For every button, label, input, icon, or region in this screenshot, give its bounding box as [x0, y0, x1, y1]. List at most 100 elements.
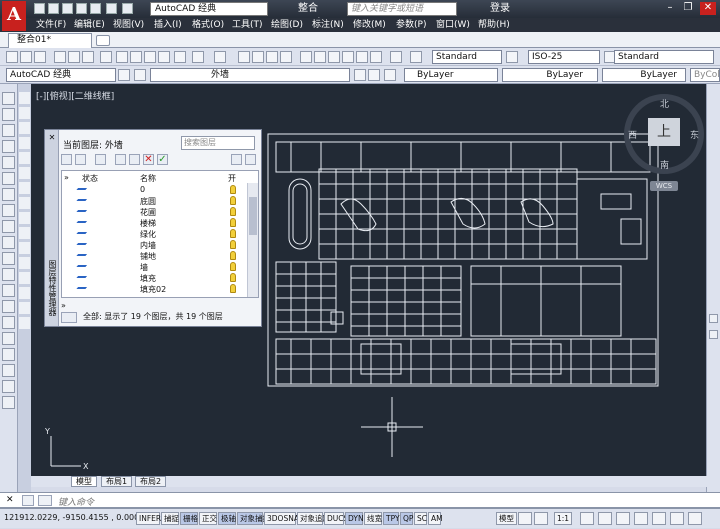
ellipse-arc-icon[interactable] — [2, 252, 15, 265]
menu-view[interactable]: 视图(V) — [113, 18, 144, 32]
layer-row[interactable]: 墙 — [62, 262, 246, 273]
new-icon[interactable] — [34, 3, 45, 14]
close-icon[interactable]: ✕ — [46, 132, 58, 144]
zoom-realtime-icon[interactable] — [252, 51, 264, 63]
column-name[interactable]: 名称 — [140, 173, 156, 184]
markup-icon[interactable] — [356, 51, 368, 63]
layer-dropdown[interactable]: 外墙 — [150, 68, 350, 82]
redo-icon[interactable] — [122, 3, 133, 14]
menu-modify[interactable]: 修改(M) — [353, 18, 386, 32]
status-toggle-5[interactable]: 对象捕捉 — [237, 512, 270, 525]
tab-layout2[interactable]: 布局2 — [135, 476, 167, 487]
preview-icon[interactable] — [68, 51, 80, 63]
status-toggle-3[interactable]: 正交 — [199, 512, 217, 525]
layer-row[interactable]: 绿化 — [62, 229, 246, 240]
circle-icon[interactable] — [2, 188, 15, 201]
lightbulb-icon[interactable] — [230, 229, 236, 238]
hardware-acceleration-icon[interactable] — [634, 512, 648, 525]
line-icon[interactable] — [2, 92, 15, 105]
cut-icon[interactable] — [116, 51, 128, 63]
open-icon[interactable] — [48, 3, 59, 14]
collapse-filter-button[interactable]: » — [61, 301, 66, 310]
lightbulb-icon[interactable] — [230, 273, 236, 282]
layer-row[interactable]: 楼梯 — [62, 218, 246, 229]
add-selected-icon[interactable] — [2, 396, 15, 409]
expand-filter-tree-button[interactable]: » — [64, 173, 69, 182]
zoom-window-icon[interactable] — [266, 51, 278, 63]
layer-search-input[interactable]: 搜索图层 — [181, 136, 255, 150]
lightbulb-icon[interactable] — [230, 218, 236, 227]
pan-nav-icon[interactable] — [709, 330, 718, 339]
rectangle-icon[interactable] — [2, 156, 15, 169]
model-space-button[interactable]: 模型 — [496, 512, 517, 525]
annotation-scale[interactable]: 1:1 — [554, 512, 573, 525]
paste-icon[interactable] — [144, 51, 156, 63]
menu-parametric[interactable]: 参数(P) — [396, 18, 426, 32]
lightbulb-icon[interactable] — [230, 185, 236, 194]
maximize-button[interactable]: ❐ — [680, 2, 696, 15]
new-tab-button[interactable] — [96, 35, 110, 46]
arc-icon[interactable] — [2, 172, 15, 185]
quick-view-layouts-icon[interactable] — [518, 512, 532, 525]
block-editor-icon[interactable] — [174, 51, 186, 63]
minimize-button[interactable]: – — [662, 2, 678, 15]
workspace-settings-icon[interactable] — [118, 69, 130, 81]
color-dropdown[interactable]: ByLayer — [404, 68, 498, 82]
steering-wheel-icon[interactable] — [709, 314, 718, 323]
polygon-icon[interactable] — [2, 140, 15, 153]
settings-icon[interactable] — [245, 154, 256, 165]
search-input[interactable]: 键入关键字或短语 — [347, 2, 457, 16]
column-status[interactable]: 状态 — [82, 173, 98, 184]
lightbulb-icon[interactable] — [230, 240, 236, 249]
status-toggle-14[interactable]: AM — [428, 512, 443, 525]
status-toggle-11[interactable]: TPY — [383, 512, 400, 525]
status-toggle-4[interactable]: 极轴 — [218, 512, 236, 525]
layer-row[interactable]: 铺地 — [62, 251, 246, 262]
new-filter-icon[interactable] — [61, 154, 72, 165]
construction-line-icon[interactable] — [2, 108, 15, 121]
new-icon[interactable] — [6, 51, 18, 63]
workspace-dropdown[interactable]: AutoCAD 经典 — [150, 2, 268, 16]
status-toggle-10[interactable]: 线宽 — [364, 512, 382, 525]
layer-row[interactable]: 内墙 — [62, 240, 246, 251]
help-icon[interactable] — [390, 51, 402, 63]
status-toggle-8[interactable]: DUCS — [324, 512, 348, 525]
isolate-objects-icon[interactable] — [652, 512, 666, 525]
tab-layout1[interactable]: 布局1 — [101, 476, 133, 487]
set-current-icon[interactable]: ✓ — [157, 154, 168, 165]
menu-file[interactable]: 文件(F) — [36, 18, 66, 32]
ellipse-icon[interactable] — [2, 236, 15, 249]
undo-icon[interactable] — [106, 3, 117, 14]
sheet-set-icon[interactable] — [342, 51, 354, 63]
lightbulb-icon[interactable] — [230, 196, 236, 205]
layer-row[interactable]: 填充02 — [62, 284, 246, 295]
quickcalc-icon[interactable] — [370, 51, 382, 63]
text-style-dropdown[interactable]: Standard — [432, 50, 502, 64]
coordinate-readout[interactable]: 121912.0229, -9150.4155 , 0.0000 — [4, 513, 144, 522]
wcs-menu[interactable]: WCS — [650, 181, 678, 191]
make-block-icon[interactable] — [2, 284, 15, 297]
print-icon[interactable] — [90, 3, 101, 14]
modify-tools-icon[interactable] — [19, 92, 30, 332]
zoom-previous-icon[interactable] — [280, 51, 292, 63]
tool-palettes-icon[interactable] — [328, 51, 340, 63]
save-as-icon[interactable] — [76, 3, 87, 14]
workspace-switch-icon[interactable] — [598, 512, 612, 525]
compass-south[interactable]: 南 — [660, 158, 669, 171]
lightbulb-icon[interactable] — [230, 251, 236, 260]
mtext-icon[interactable] — [2, 380, 15, 393]
layer-state-icon[interactable] — [384, 69, 396, 81]
autocad-logo[interactable]: A — [2, 1, 26, 31]
scrollbar-thumb[interactable] — [249, 197, 257, 235]
save-icon[interactable] — [62, 3, 73, 14]
linetype-dropdown[interactable]: ByLayer — [502, 68, 598, 82]
status-toggle-13[interactable]: SC — [414, 512, 427, 525]
insert-block-icon[interactable] — [2, 268, 15, 281]
column-on[interactable]: 开 — [228, 173, 236, 184]
layer-row[interactable]: 0 — [62, 185, 246, 196]
tab-model[interactable]: 模型 — [71, 476, 97, 487]
hatch-icon[interactable] — [2, 316, 15, 329]
group-filter-icon[interactable] — [75, 154, 86, 165]
status-toggle-7[interactable]: 对象追踪 — [297, 512, 330, 525]
properties-icon[interactable] — [300, 51, 312, 63]
